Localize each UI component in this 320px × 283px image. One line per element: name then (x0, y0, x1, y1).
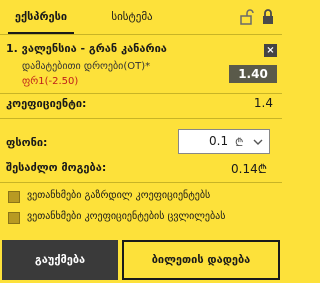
cancel-button[interactable]: გაუქმება (2, 240, 118, 280)
divider (0, 93, 282, 94)
outcome-name: ფრ1(-2.50) (22, 76, 79, 87)
market-name: დამატებითი დროები(OT)* (22, 61, 151, 72)
currency-icon: ₾ (235, 136, 244, 149)
accept-increased-odds-label: ვეთანხმები გაზრდილ კოეფიციენტებს (27, 190, 211, 201)
stake-input[interactable]: 0.1 ₾ (178, 129, 270, 154)
tab-system[interactable]: სისტემა (82, 0, 182, 34)
divider (0, 118, 282, 119)
coefficient-value: 1.4 (253, 96, 273, 110)
chevron-down-icon[interactable] (253, 138, 263, 146)
accept-odds-change-label: ვეთანხმები კოეფიციენტების ცვლილებას (27, 211, 226, 222)
accept-increased-odds-checkbox[interactable] (8, 191, 20, 203)
tab-express[interactable]: ექსპრესი (0, 0, 82, 34)
accept-odds-change-checkbox[interactable] (8, 212, 20, 224)
bet-selection: 1. ვალენსია - გრან კანარია × დამატებითი … (0, 35, 282, 93)
odd-value: 1.40 (229, 65, 277, 83)
betslip-tabs: ექსპრესი სისტემა (0, 0, 282, 34)
place-bet-button[interactable]: ბილეთის დადება (122, 240, 280, 280)
divider (0, 182, 282, 183)
lock-icon[interactable] (261, 9, 275, 25)
unlock-icon[interactable] (240, 9, 254, 25)
stake-value: 0.1 (209, 134, 229, 148)
coefficient-label: კოეფიციენტი: (6, 97, 87, 110)
remove-selection-button[interactable]: × (264, 44, 277, 57)
stake-label: ფსონი: (6, 136, 48, 149)
possible-win-value: 0.14₾ (231, 162, 267, 176)
possible-win-label: შესაძლო მოგება: (6, 161, 107, 174)
event-title: 1. ვალენსია - გრან კანარია (6, 42, 167, 55)
